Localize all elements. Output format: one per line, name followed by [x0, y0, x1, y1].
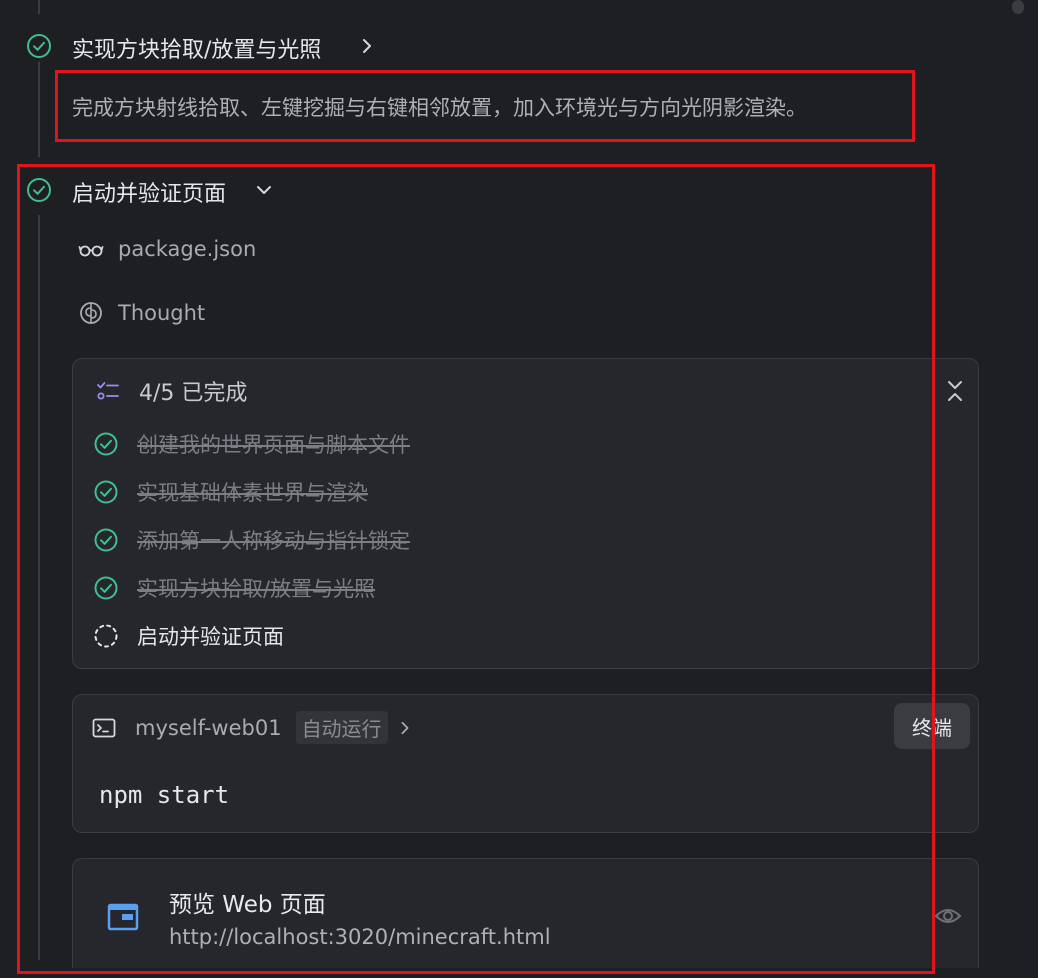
- highlight-box-step: [17, 164, 935, 974]
- timeline-segment: [38, 62, 40, 157]
- scrollbar-thumb[interactable]: [1012, 0, 1024, 14]
- timeline-segment-top: [38, 0, 40, 14]
- highlight-box-description: [55, 70, 915, 142]
- chevron-right-icon[interactable]: [359, 38, 375, 54]
- step-title[interactable]: 实现方块拾取/放置与光照: [72, 32, 321, 64]
- collapse-icon[interactable]: [945, 379, 965, 403]
- check-circle-icon: [27, 34, 51, 58]
- eye-icon[interactable]: [934, 906, 962, 926]
